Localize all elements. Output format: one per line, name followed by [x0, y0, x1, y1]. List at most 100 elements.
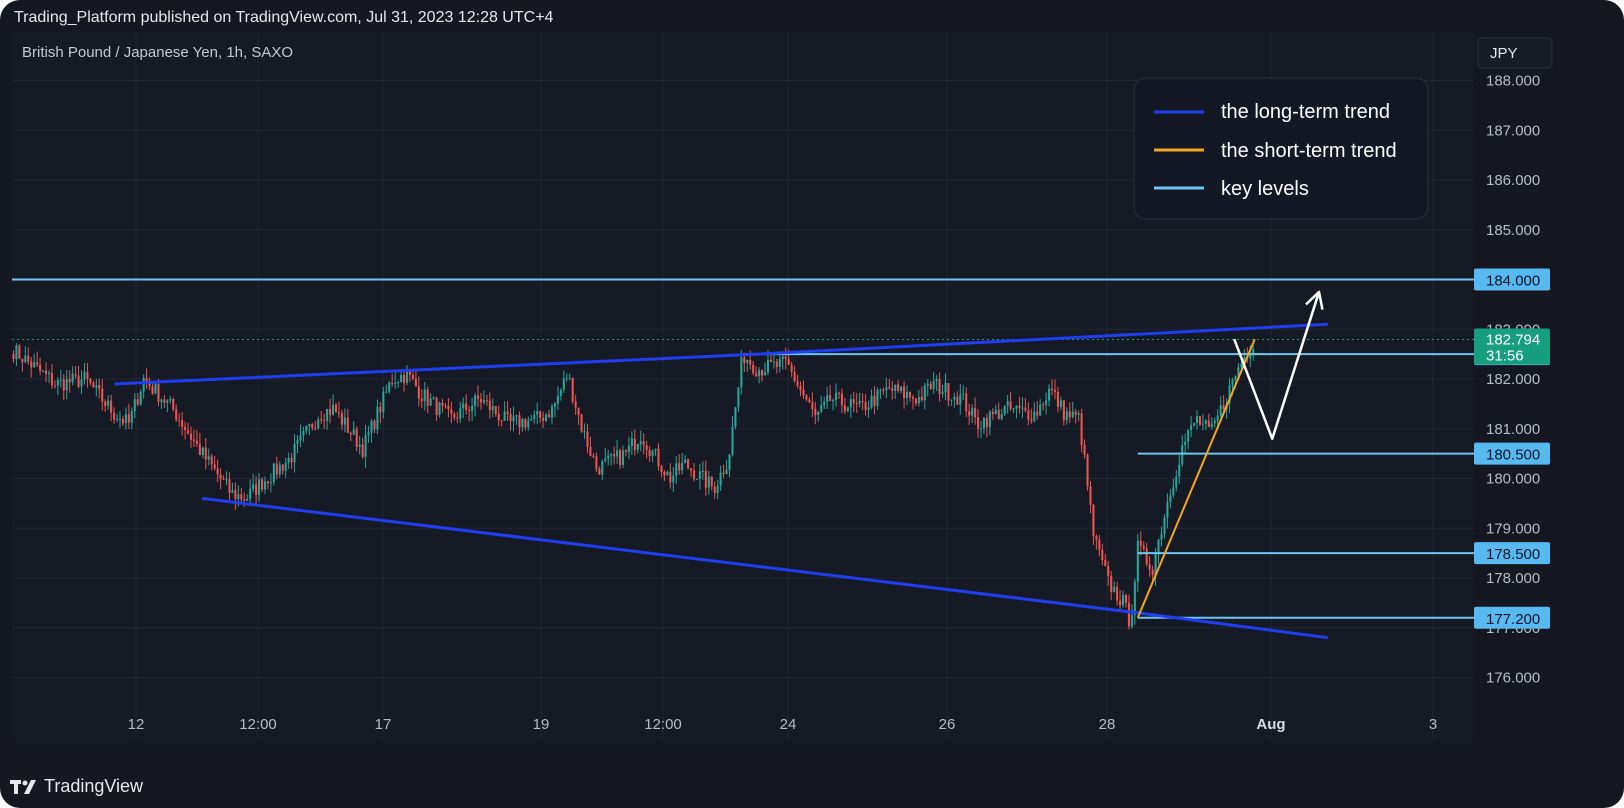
candle-body	[228, 479, 231, 493]
candle-body	[329, 409, 332, 415]
candle-body	[914, 398, 917, 404]
candle-body	[784, 356, 787, 360]
price-chart[interactable]: 176.000177.000178.000179.000180.000181.0…	[0, 0, 1624, 808]
price-axis[interactable]: 176.000177.000178.000179.000180.000181.0…	[1474, 73, 1550, 687]
candle-body	[749, 359, 752, 365]
candle-body	[876, 389, 879, 406]
candle-body	[1234, 376, 1237, 380]
candle-body	[775, 361, 778, 367]
candle-body	[571, 377, 574, 402]
candle-body	[766, 359, 770, 373]
candle-body	[1050, 388, 1054, 391]
key-level-value: 178.500	[1486, 546, 1540, 563]
candle-body	[959, 394, 962, 405]
candle-body	[971, 407, 974, 416]
candle-body	[92, 382, 95, 388]
candle-body	[1181, 445, 1184, 465]
candle-body	[53, 385, 56, 387]
candle-body	[15, 345, 18, 360]
candle-body	[568, 377, 571, 379]
candle-body	[885, 387, 888, 391]
candle-body	[240, 494, 243, 500]
candle-body	[586, 431, 589, 447]
candle-body	[840, 393, 843, 406]
candle-body	[879, 389, 882, 391]
candle-body	[1119, 600, 1122, 606]
candle-body	[870, 395, 873, 408]
candle-body	[834, 392, 838, 400]
candle-body	[136, 399, 139, 405]
candle-body	[56, 380, 59, 386]
candle-body	[1086, 454, 1089, 487]
footer-brand[interactable]: TradingView	[10, 776, 143, 797]
candle-body	[160, 399, 163, 402]
x-tick-label: 3	[1429, 716, 1437, 733]
candle-body	[1021, 407, 1024, 409]
candle-body	[30, 361, 33, 368]
x-tick-label: 19	[533, 716, 550, 733]
candle-body	[1030, 419, 1033, 422]
candle-body	[1045, 400, 1048, 405]
candle-body	[462, 403, 465, 409]
x-tick-label: 28	[1099, 716, 1116, 733]
candle-body	[50, 373, 53, 386]
candle-body	[116, 419, 119, 421]
candle-body	[843, 405, 846, 412]
candle-body	[133, 399, 136, 411]
candle-body	[861, 400, 864, 403]
candle-body	[456, 417, 459, 419]
x-tick-label: 12:00	[644, 716, 682, 733]
candle-body	[1133, 581, 1136, 616]
candle-body	[385, 391, 388, 393]
candle-body	[1092, 504, 1095, 536]
candle-body	[1213, 420, 1216, 424]
candle-body	[977, 417, 980, 429]
candle-body	[882, 389, 885, 391]
candle-body	[642, 441, 645, 446]
candle-body	[1104, 560, 1107, 567]
candle-body	[1231, 379, 1234, 386]
key-level-value: 180.500	[1486, 447, 1540, 464]
candle-body	[429, 398, 432, 406]
candle-body	[337, 412, 340, 414]
candle-body	[1089, 486, 1092, 505]
candle-body	[740, 357, 743, 388]
candle-body	[340, 412, 343, 425]
candle-body	[805, 395, 808, 400]
candle-body	[1121, 594, 1125, 606]
candle-body	[1184, 441, 1187, 446]
candle-body	[1124, 594, 1128, 603]
candle-body	[1006, 401, 1009, 406]
candle-body	[669, 471, 672, 483]
candle-body	[772, 361, 775, 363]
candle-body	[888, 387, 891, 389]
legend-label-long-term: the long-term trend	[1221, 101, 1390, 123]
candle-body	[222, 478, 225, 480]
candle-body	[1009, 401, 1012, 409]
candle-body	[583, 431, 586, 433]
candle-body	[1074, 411, 1077, 415]
candle-body	[225, 479, 228, 481]
candle-body	[355, 429, 358, 447]
candle-body	[506, 411, 509, 414]
candle-body	[512, 416, 515, 422]
candle-body	[660, 466, 663, 472]
candle-body	[539, 411, 542, 418]
candle-body	[778, 359, 781, 367]
candle-body	[281, 464, 284, 471]
candle-body	[666, 471, 669, 476]
candle-body	[471, 405, 474, 411]
candle-body	[962, 393, 965, 395]
candle-body	[752, 364, 755, 374]
candle-body	[974, 407, 977, 418]
candle-body	[648, 450, 651, 456]
candle-body	[524, 418, 527, 428]
candle-body	[953, 396, 956, 400]
candle-body	[266, 481, 269, 484]
candle-body	[450, 409, 453, 414]
candle-body	[908, 391, 912, 398]
y-tick-label: 179.000	[1486, 520, 1540, 537]
candle-body	[1210, 423, 1213, 427]
candle-body	[864, 402, 867, 411]
candle-body	[166, 400, 169, 403]
